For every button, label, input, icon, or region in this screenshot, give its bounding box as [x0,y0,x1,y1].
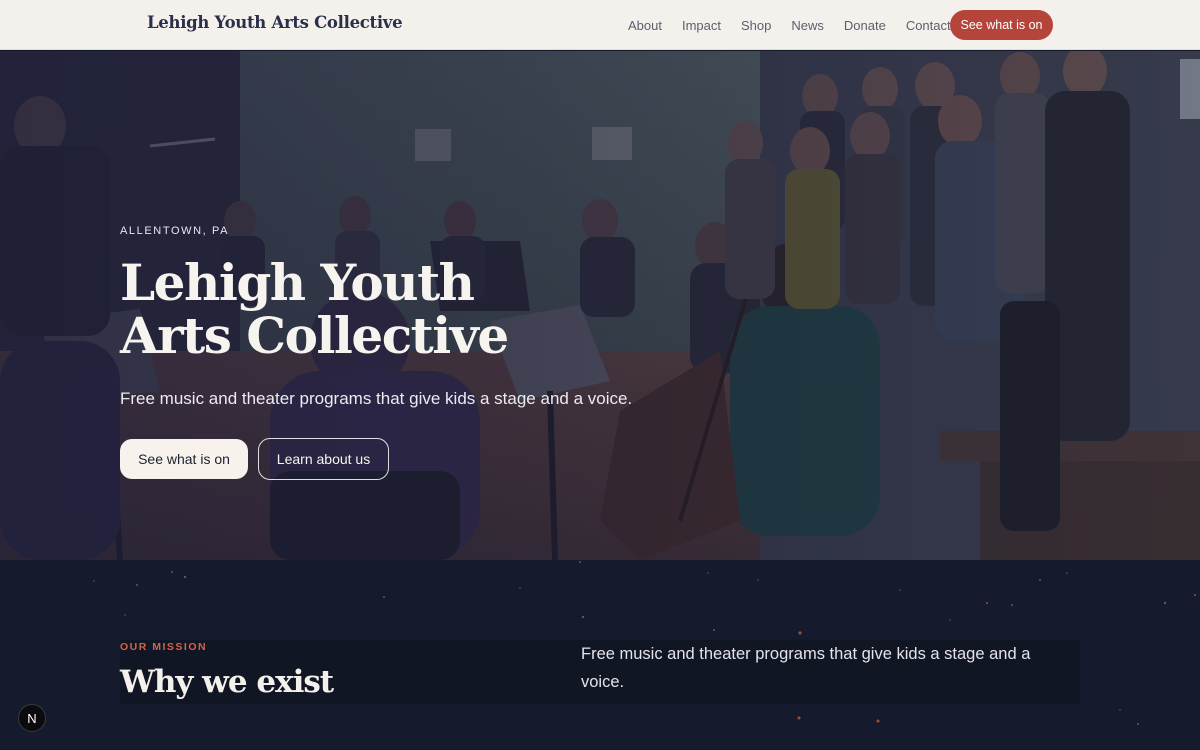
site-logo[interactable]: Lehigh Youth Arts Collective [147,13,403,32]
hero-title-line-2: Arts Collective [120,306,509,365]
hero-location: ALLENTOWN, PA [120,225,230,237]
nav-contact[interactable]: Contact [906,18,951,33]
hero-title-line-1: Lehigh Youth [120,253,475,312]
hero-section: ALLENTOWN, PA Lehigh Youth Arts Collecti… [0,51,1200,560]
mission-section: OUR MISSION Why we exist Free music and … [0,560,1200,750]
hero-title: Lehigh Youth Arts Collective [120,256,640,362]
nav-impact[interactable]: Impact [682,18,721,33]
hero-subtitle: Free music and theater programs that giv… [120,389,633,408]
site-header: Lehigh Youth Arts Collective About Impac… [0,0,1200,50]
see-what-is-on-button[interactable]: See what is on [120,439,248,479]
nav-shop[interactable]: Shop [741,18,771,33]
nav-news[interactable]: News [791,18,824,33]
framework-badge[interactable]: N [18,704,46,732]
main-nav: About Impact Shop News Donate Contact [628,0,971,50]
header-cta-button[interactable]: See what is on [950,10,1053,40]
nav-donate[interactable]: Donate [844,18,886,33]
mission-eyebrow: OUR MISSION [120,641,208,653]
mission-text: Free music and theater programs that giv… [581,645,1031,691]
hero-content: ALLENTOWN, PA Lehigh Youth Arts Collecti… [120,51,720,560]
mission-title: Why we exist [120,664,334,700]
nav-about[interactable]: About [628,18,662,33]
learn-about-us-button[interactable]: Learn about us [258,438,389,480]
